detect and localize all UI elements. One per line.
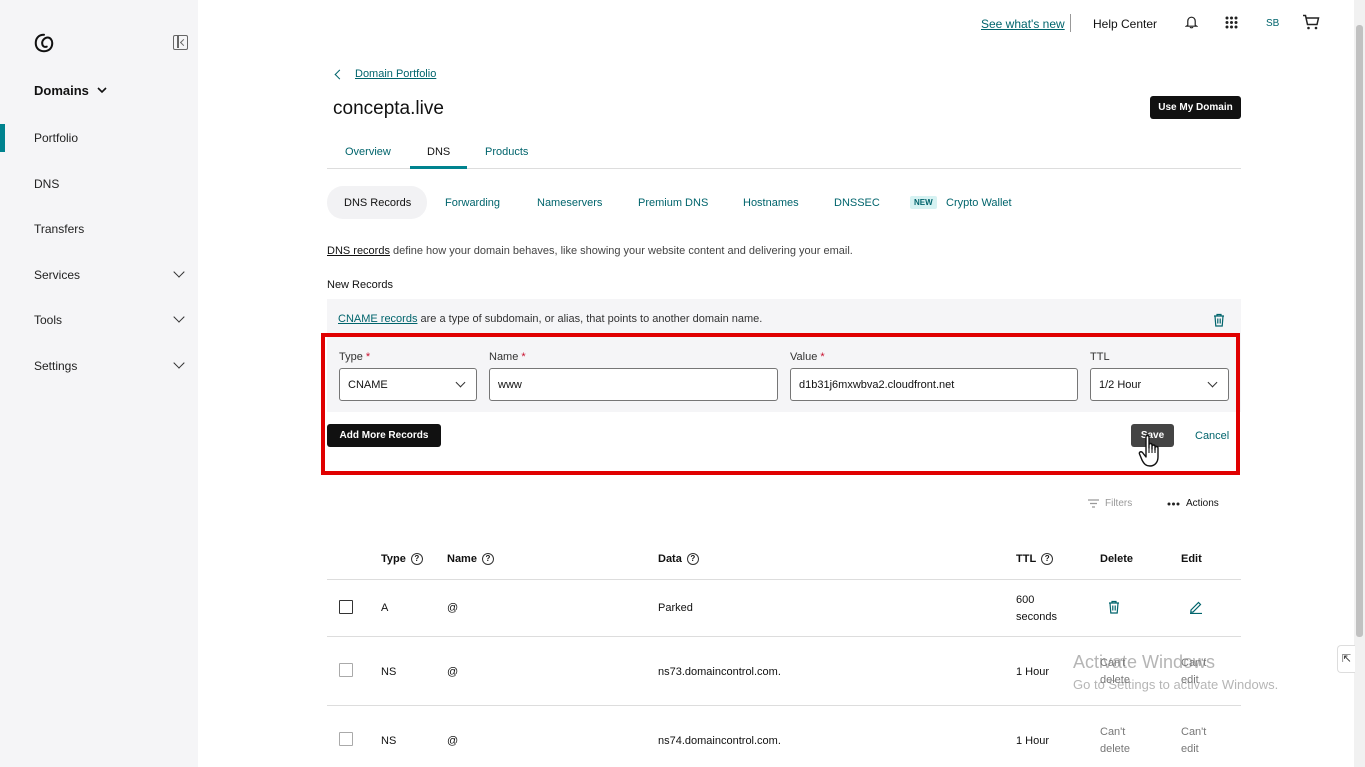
- sidebar-active-indicator: [0, 124, 5, 152]
- column-header-edit: Edit: [1181, 553, 1202, 565]
- help-icon[interactable]: ?: [1041, 553, 1054, 565]
- filters-button[interactable]: Filters: [1088, 498, 1132, 509]
- domain-tabs: Overview DNS Products: [327, 136, 1241, 169]
- actions-label: Actions: [1186, 498, 1219, 509]
- use-my-domain-button[interactable]: Use My Domain: [1150, 96, 1241, 119]
- column-header-data[interactable]: Data?: [658, 553, 699, 565]
- dns-records-link[interactable]: DNS records: [327, 245, 390, 257]
- subtab-dns-records[interactable]: DNS Records: [344, 197, 411, 209]
- cart-icon[interactable]: [1302, 14, 1320, 30]
- column-header-type-label: Type: [381, 553, 406, 565]
- table-divider: [327, 636, 1241, 637]
- table-cell-data: Parked: [658, 602, 693, 614]
- tab-products[interactable]: Products: [485, 146, 528, 158]
- column-header-data-label: Data: [658, 553, 682, 565]
- highlight-annotation: [321, 333, 1240, 475]
- subtab-hostnames[interactable]: Hostnames: [743, 197, 799, 209]
- active-tab-indicator: [410, 166, 467, 169]
- trash-icon[interactable]: [1213, 313, 1225, 327]
- tab-dns[interactable]: DNS: [427, 146, 450, 158]
- filter-icon: [1088, 499, 1099, 508]
- table-cell-ttl: 1 Hour: [1016, 735, 1050, 747]
- cname-info-text: are a type of subdomain, or alias, that …: [417, 313, 763, 325]
- table-cell-data: ns73.domaincontrol.com.: [658, 666, 781, 678]
- whats-new-link[interactable]: See what's new: [981, 17, 1065, 31]
- new-badge: NEW: [910, 196, 937, 209]
- tab-overview[interactable]: Overview: [345, 146, 391, 158]
- breadcrumb-domain-portfolio[interactable]: Domain Portfolio: [355, 68, 436, 80]
- help-icon[interactable]: ?: [410, 553, 423, 565]
- sidebar-domains-menu[interactable]: Domains: [34, 83, 107, 98]
- dns-subtabs: DNS Records Forwarding Nameservers Premi…: [327, 186, 1241, 219]
- actions-button[interactable]: Actions: [1167, 498, 1219, 509]
- breadcrumb[interactable]: Domain Portfolio: [333, 68, 436, 80]
- chevron-down-icon[interactable]: [173, 357, 185, 369]
- sidebar-item-tools[interactable]: Tools: [34, 313, 62, 327]
- page-title: concepta.live: [333, 98, 444, 119]
- header-divider: [1070, 14, 1071, 32]
- sidebar-item-portfolio[interactable]: Portfolio: [34, 131, 78, 145]
- dns-description: DNS records define how your domain behav…: [327, 245, 853, 257]
- column-header-name[interactable]: Name?: [447, 553, 494, 565]
- bell-icon[interactable]: [1185, 15, 1198, 29]
- column-header-ttl-label: TTL: [1016, 553, 1037, 565]
- table-cell-name: @: [447, 666, 459, 678]
- account-avatar[interactable]: SB: [1266, 18, 1279, 29]
- table-cell-name: @: [447, 735, 459, 747]
- chevron-down-icon[interactable]: [173, 266, 185, 278]
- subtab-crypto-wallet[interactable]: Crypto Wallet: [946, 197, 1012, 209]
- more-horizontal-icon: [1167, 502, 1180, 505]
- help-center-link[interactable]: Help Center: [1093, 17, 1157, 31]
- table-cell-name: @: [447, 602, 459, 614]
- filters-label: Filters: [1105, 498, 1133, 509]
- sidebar-item-dns[interactable]: DNS: [34, 177, 59, 191]
- row-checkbox[interactable]: [339, 600, 353, 614]
- table-cell-type: A: [381, 602, 389, 614]
- table-cell-type: NS: [381, 735, 397, 747]
- sidebar-domains-label: Domains: [34, 83, 89, 98]
- table-cell-ttl: 600 seconds: [1016, 594, 1057, 623]
- column-header-delete: Delete: [1100, 553, 1134, 565]
- activate-windows-watermark: Activate Windows: [1073, 652, 1216, 672]
- sidebar-item-settings[interactable]: Settings: [34, 359, 77, 373]
- scrollbar-thumb[interactable]: [1356, 25, 1363, 637]
- chevron-left-icon[interactable]: [334, 69, 345, 79]
- column-header-ttl[interactable]: TTL?: [1016, 553, 1054, 565]
- godaddy-logo-icon[interactable]: [33, 32, 55, 54]
- subtab-premium-dns[interactable]: Premium DNS: [638, 197, 708, 209]
- row-checkbox[interactable]: [339, 663, 353, 677]
- chevron-down-icon[interactable]: [173, 311, 185, 323]
- cname-info: CNAME records are a type of subdomain, o…: [338, 313, 762, 325]
- row-checkbox[interactable]: [339, 732, 353, 746]
- column-header-type[interactable]: Type?: [381, 553, 423, 565]
- sidebar-item-transfers[interactable]: Transfers: [34, 222, 84, 236]
- chevron-down-icon: [97, 87, 107, 94]
- table-cell-type: NS: [381, 666, 397, 678]
- table-cell-edit: Can't edit: [1181, 726, 1207, 755]
- subtab-forwarding[interactable]: Forwarding: [445, 197, 500, 209]
- activate-windows-subtext: Go to Settings to activate Windows.: [1073, 677, 1279, 692]
- table-divider: [327, 579, 1241, 580]
- table-divider: [327, 705, 1241, 706]
- feedback-tab-icon[interactable]: ⇱: [1337, 645, 1355, 673]
- sidebar-item-services[interactable]: Services: [34, 268, 80, 282]
- sidebar: Domains Portfolio DNS Transfers Services…: [0, 0, 198, 767]
- help-icon[interactable]: ?: [686, 553, 699, 565]
- edit-record-icon[interactable]: [1189, 600, 1203, 614]
- subtab-dnssec[interactable]: DNSSEC: [834, 197, 880, 209]
- table-cell-data: ns74.domaincontrol.com.: [658, 735, 781, 747]
- column-header-name-label: Name: [447, 553, 477, 565]
- help-icon[interactable]: ?: [481, 553, 494, 565]
- table-cell-delete: Can't delete: [1100, 726, 1130, 755]
- table-cell-ttl: 1 Hour: [1016, 666, 1050, 678]
- apps-grid-icon[interactable]: [1225, 16, 1238, 29]
- collapse-sidebar-icon[interactable]: [173, 35, 188, 50]
- subtab-nameservers[interactable]: Nameservers: [537, 197, 602, 209]
- dns-description-text: define how your domain behaves, like sho…: [389, 245, 853, 257]
- new-records-heading: New Records: [327, 279, 394, 291]
- cname-records-link[interactable]: CNAME records: [338, 313, 417, 325]
- delete-record-icon[interactable]: [1108, 600, 1120, 614]
